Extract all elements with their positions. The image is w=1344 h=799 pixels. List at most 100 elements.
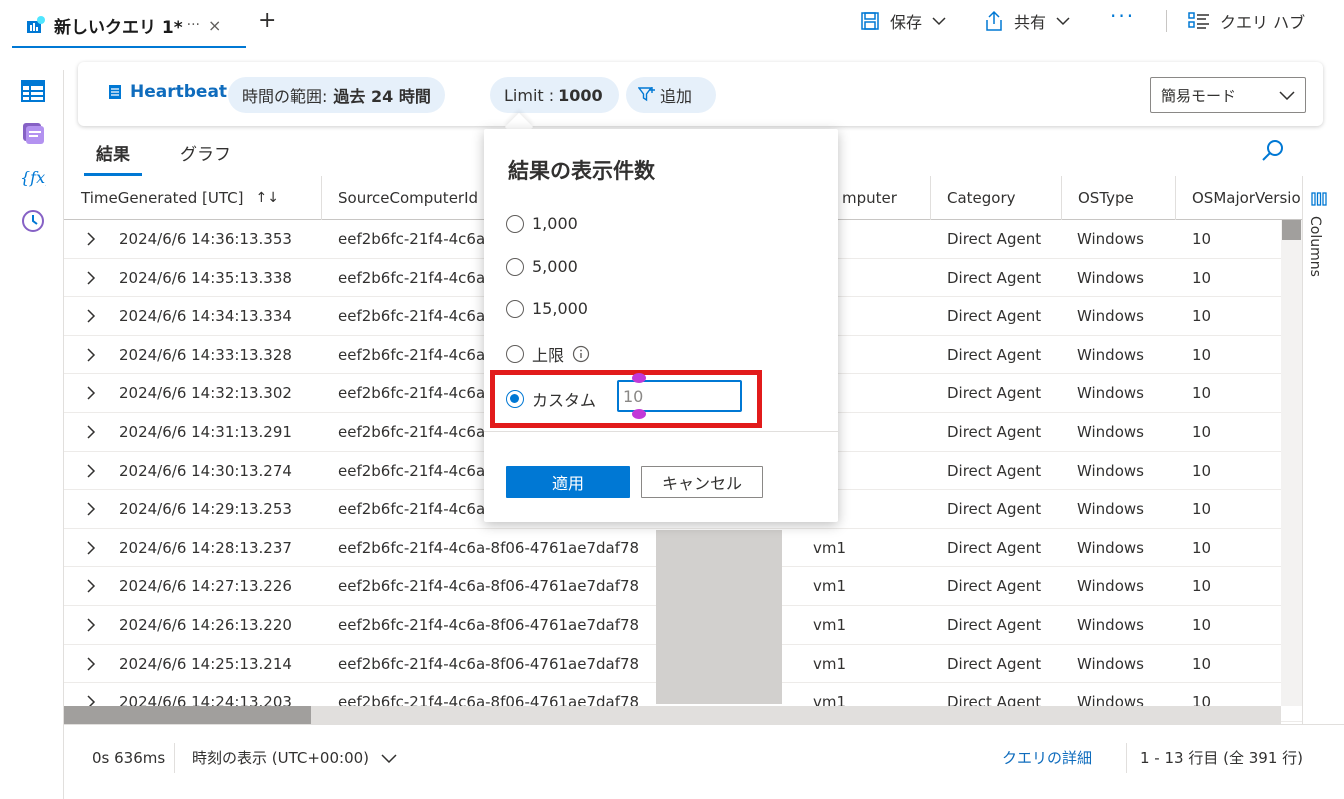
- column-header-label: OSType: [1078, 189, 1134, 207]
- radio-circle: [506, 257, 524, 276]
- radio-label: 上限: [532, 346, 565, 365]
- cell-category: Direct Agent: [947, 268, 1042, 287]
- popup-title: 結果の表示件数: [508, 159, 655, 183]
- more-button[interactable]: ···: [1110, 4, 1135, 28]
- time-range-label: 時間の範囲:: [242, 87, 328, 106]
- info-icon[interactable]: [572, 345, 590, 363]
- cell-category: Direct Agent: [947, 230, 1042, 248]
- vertical-scroll-thumb[interactable]: [1282, 220, 1301, 240]
- query-history-icon[interactable]: [20, 208, 46, 234]
- search-icon[interactable]: [1260, 138, 1286, 164]
- close-icon[interactable]: ×: [208, 16, 221, 35]
- chevron-right-icon[interactable]: [86, 374, 96, 412]
- cell-osmajor: 10: [1192, 230, 1212, 248]
- new-tab-button[interactable]: +: [258, 8, 276, 33]
- column-header-osmajorversion[interactable]: OSMajorVersio: [1175, 176, 1302, 220]
- status-divider: [1126, 743, 1127, 773]
- time-range-pill[interactable]: 時間の範囲: 過去 24 時間: [228, 77, 445, 113]
- query-hub-label: クエリ ハブ: [1220, 13, 1306, 32]
- toolbar-divider: [1166, 10, 1167, 32]
- radio-option-1000[interactable]: 1,000: [506, 214, 578, 233]
- query-tab[interactable]: 新しいクエリ 1* ··· ×: [12, 4, 246, 48]
- cell-category: Direct Agent: [947, 423, 1042, 441]
- row-count: 1 - 13 行目 (全 391 行): [1140, 749, 1303, 767]
- chevron-right-icon[interactable]: [86, 490, 96, 528]
- column-header-label: Category: [947, 189, 1016, 207]
- cell-source: eef2b6fc-21f4-4c6a-8f06-4761ae7daf78: [338, 538, 640, 557]
- svg-text:{fx}: {fx}: [20, 168, 46, 187]
- apply-button[interactable]: 適用: [506, 466, 630, 498]
- radio-option-custom[interactable]: カスタム: [506, 387, 596, 411]
- cell-osmajor: 10: [1192, 500, 1212, 519]
- radio-label: カスタム: [532, 391, 597, 410]
- cell-osmajor: 10: [1192, 384, 1212, 403]
- share-icon: [986, 10, 1002, 31]
- query-hub-button[interactable]: クエリ ハブ: [1188, 6, 1305, 36]
- column-header-label: mputer: [842, 189, 897, 207]
- cell-ostype: Windows: [1077, 538, 1144, 557]
- chevron-right-icon[interactable]: [86, 297, 96, 335]
- column-header-timegenerated[interactable]: TimeGenerated [UTC] ↑↓: [64, 176, 321, 220]
- query-hub-icon: [1188, 12, 1209, 29]
- cell-category: Direct Agent: [947, 538, 1042, 557]
- cell-ostype: Windows: [1077, 307, 1144, 326]
- result-limit-popup: 結果の表示件数 1,000 5,000 15,000 上限 カスタム 10 適用…: [484, 129, 838, 522]
- radio-label: 15,000: [532, 299, 588, 318]
- columns-panel-toggle[interactable]: Columns: [1302, 176, 1344, 724]
- tab-more-icon[interactable]: ···: [187, 17, 200, 33]
- query-details-link[interactable]: クエリの詳細: [1002, 747, 1092, 768]
- chevron-right-icon[interactable]: [86, 413, 96, 451]
- chevron-right-icon[interactable]: [86, 220, 96, 258]
- queries-icon[interactable]: [20, 120, 46, 146]
- column-header-ostype[interactable]: OSType: [1061, 176, 1175, 220]
- cell-category: Direct Agent: [947, 384, 1042, 403]
- cell-category: Direct Agent: [947, 577, 1042, 596]
- chevron-right-icon[interactable]: [86, 259, 96, 297]
- save-button[interactable]: 保存: [860, 6, 946, 36]
- cell-ostype: Windows: [1077, 461, 1144, 480]
- share-label: 共有: [1014, 13, 1047, 32]
- resize-handle-bottom[interactable]: [632, 409, 646, 419]
- chevron-right-icon[interactable]: [86, 452, 96, 490]
- radio-option-max[interactable]: 上限: [506, 342, 590, 366]
- cell-osmajor: 10: [1192, 268, 1212, 287]
- tab-results[interactable]: 結果: [84, 136, 142, 176]
- tab-chart[interactable]: グラフ: [168, 136, 243, 176]
- cell-category: Direct Agent: [947, 500, 1042, 519]
- chevron-right-icon[interactable]: [86, 336, 96, 374]
- chevron-right-icon[interactable]: [86, 645, 96, 683]
- timezone-dropdown[interactable]: 時刻の表示 (UTC+00:00): [192, 747, 397, 768]
- functions-icon[interactable]: {fx}: [20, 164, 46, 190]
- custom-limit-input[interactable]: 10: [617, 380, 742, 412]
- tables-icon[interactable]: [20, 78, 46, 104]
- mode-dropdown[interactable]: 簡易モード: [1150, 77, 1306, 113]
- resize-handle-top[interactable]: [632, 373, 646, 383]
- chevron-right-icon[interactable]: [86, 567, 96, 605]
- cell-osmajor: 10: [1192, 616, 1212, 634]
- chevron-right-icon[interactable]: [86, 606, 96, 644]
- table-selector[interactable]: Heartbeat: [108, 82, 227, 102]
- cell-computer: vm1: [813, 577, 847, 596]
- cell-source: eef2b6fc-21f4-4c6a-8f06-4761ae7daf78: [338, 616, 640, 634]
- cell-time: 2024/6/6 14:27:13.226: [119, 577, 292, 596]
- save-label: 保存: [890, 13, 923, 32]
- chevron-right-icon[interactable]: [86, 529, 96, 567]
- column-header-category[interactable]: Category: [930, 176, 1061, 220]
- share-button[interactable]: 共有: [984, 6, 1070, 36]
- log-analytics-icon: [27, 16, 45, 33]
- cell-osmajor: 10: [1192, 577, 1212, 596]
- cell-time: 2024/6/6 14:25:13.214: [119, 654, 292, 673]
- radio-option-15000[interactable]: 15,000: [506, 299, 588, 318]
- sort-icon[interactable]: ↑↓: [256, 190, 279, 206]
- cell-osmajor: 10: [1192, 538, 1212, 557]
- add-filter-button[interactable]: 追加: [626, 77, 716, 113]
- cancel-button[interactable]: キャンセル: [641, 466, 763, 498]
- horizontal-scroll-thumb[interactable]: [64, 706, 311, 724]
- radio-option-5000[interactable]: 5,000: [506, 257, 578, 276]
- status-bar: 0s 636ms 時刻の表示 (UTC+00:00) クエリの詳細 1 - 13…: [64, 724, 1344, 799]
- radio-circle-selected: [506, 390, 524, 408]
- cell-time: 2024/6/6 14:26:13.220: [119, 616, 292, 634]
- limit-pill[interactable]: Limit : 1000: [490, 77, 619, 113]
- vertical-scrollbar[interactable]: [1281, 220, 1302, 706]
- cell-time: 2024/6/6 14:29:13.253: [119, 500, 292, 519]
